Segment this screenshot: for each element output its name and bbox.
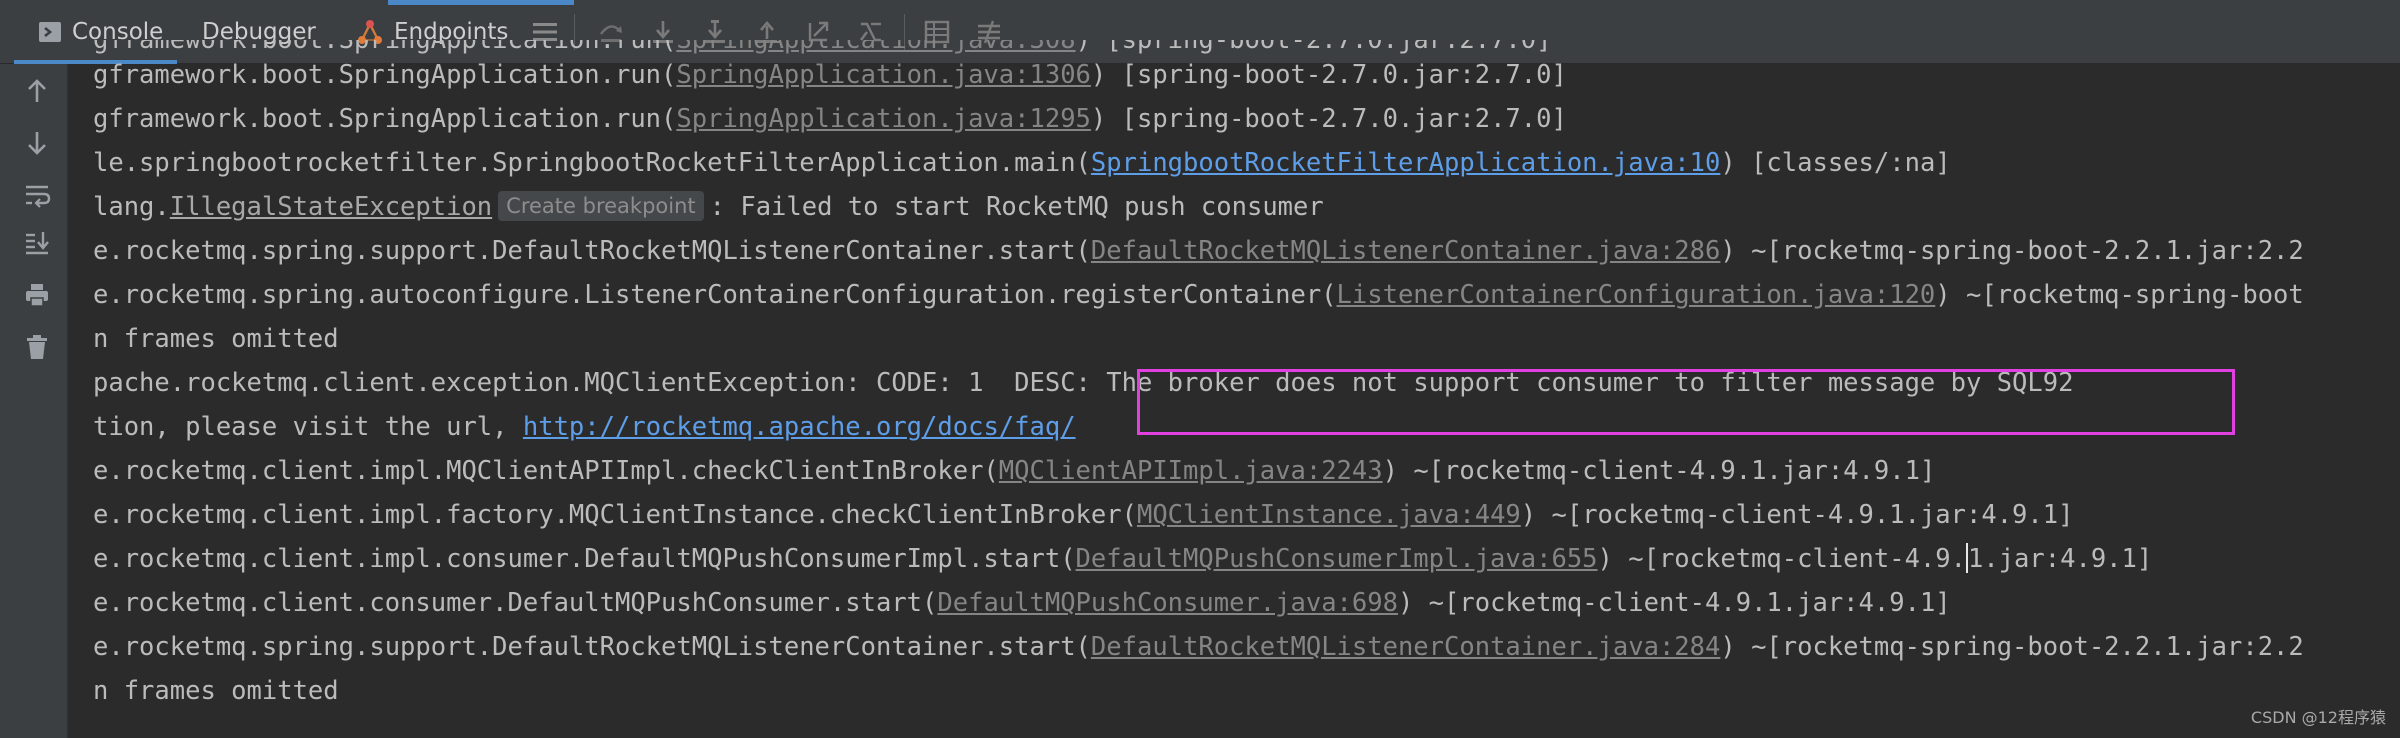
stack-link[interactable]: MQClientAPIImpl.java:2243 xyxy=(999,456,1383,486)
annotation-highlight-box xyxy=(1137,369,2235,435)
stack-link[interactable]: DefaultMQPushConsumer.java:698 xyxy=(937,588,1398,618)
console-line: tion, please visit the url, http://rocke… xyxy=(93,405,1076,449)
line-text: lang. xyxy=(93,192,170,222)
line-tail: ) [classes/:na] xyxy=(1720,148,1951,178)
console-line: lang.IllegalStateException Create breakpo… xyxy=(93,185,1324,229)
line-text: pache.rocketmq.client.exception.MQClient… xyxy=(93,368,1107,398)
soft-wrap-icon[interactable] xyxy=(22,180,52,210)
line-text: tion, please visit the url, xyxy=(93,412,523,442)
line-tail: ) ~[rocketmq-spring-boot-2.2.1.jar:2.2 xyxy=(1720,632,2304,662)
line-tail-before-caret: ) ~[rocketmq-client-4.9. xyxy=(1597,544,1966,574)
line-text: gframework.boot.SpringApplication.run( xyxy=(93,104,677,134)
console-icon xyxy=(39,22,61,42)
create-breakpoint-hint[interactable]: Create breakpoint xyxy=(498,191,704,221)
line-text: e.rocketmq.client.impl.consumer.DefaultM… xyxy=(93,544,1076,574)
console-line: e.rocketmq.client.impl.factory.MQClientI… xyxy=(93,493,2073,537)
stack-link[interactable]: DefaultRocketMQListenerContainer.java:28… xyxy=(1091,632,1720,662)
line-tail: ) ~[rocketmq-client-4.9.1.jar:4.9.1] xyxy=(1382,456,1936,486)
line-text: gframework.boot.SpringApplication.run( xyxy=(93,60,677,90)
line-text: e.rocketmq.spring.autoconfigure.Listener… xyxy=(93,280,1337,310)
line-tail: ) [spring-boot-2.7.0.jar:2.7.0] xyxy=(1090,104,1567,134)
stack-link[interactable]: DefaultMQPushConsumerImpl.java:655 xyxy=(1076,544,1598,574)
line-text: e.rocketmq.spring.support.DefaultRocketM… xyxy=(93,236,1091,266)
console-line: e.rocketmq.spring.support.DefaultRocketM… xyxy=(93,229,2304,273)
console-line: le.springbootrocketfilter.SpringbootRock… xyxy=(93,141,1951,185)
console-line: gframework.boot.SpringApplication.run(Sp… xyxy=(93,53,1567,97)
line-text: e.rocketmq.spring.support.DefaultRocketM… xyxy=(93,632,1091,662)
console-line: n frames omitted xyxy=(93,317,339,361)
line-text: e.rocketmq.client.impl.MQClientAPIImpl.c… xyxy=(93,456,999,486)
line-text: n frames omitted xyxy=(93,324,339,354)
console-line: e.rocketmq.client.impl.MQClientAPIImpl.c… xyxy=(93,449,1935,493)
line-tail: ) ~[rocketmq-spring-boot xyxy=(1935,280,2304,310)
line-tail: : Failed to start RocketMQ push consumer xyxy=(709,192,1324,222)
exception-class-link[interactable]: IllegalStateException xyxy=(170,192,492,222)
line-tail: ) ~[rocketmq-client-4.9.1.jar:4.9.1] xyxy=(1520,500,2074,530)
stack-link[interactable]: SpringbootRocketFilterApplication.java:1… xyxy=(1091,148,1720,178)
stack-link[interactable]: ListenerContainerConfiguration.java:120 xyxy=(1337,280,1936,310)
stack-link[interactable]: MQClientInstance.java:449 xyxy=(1137,500,1521,530)
console-line: e.rocketmq.client.consumer.DefaultMQPush… xyxy=(93,581,1951,625)
watermark: CSDN @12程序猿 xyxy=(2250,708,2386,727)
console-line: n frames omitted xyxy=(93,669,339,713)
stack-link[interactable]: DefaultRocketMQListenerContainer.java:28… xyxy=(1091,236,1720,266)
console-line: e.rocketmq.spring.autoconfigure.Listener… xyxy=(93,273,2304,317)
line-tail: ) ~[rocketmq-client-4.9.1.jar:4.9.1] xyxy=(1397,588,1951,618)
stack-link[interactable]: SpringApplication.java:1295 xyxy=(676,104,1091,134)
print-icon[interactable] xyxy=(22,280,52,310)
line-text: n frames omitted xyxy=(93,676,339,706)
line-tail-after-caret: 1.jar:4.9.1] xyxy=(1968,544,2153,574)
arrow-up-icon[interactable] xyxy=(22,76,52,106)
line-text: e.rocketmq.client.consumer.DefaultMQPush… xyxy=(93,588,938,618)
faq-url-link[interactable]: http://rocketmq.apache.org/docs/faq/ xyxy=(523,412,1076,442)
line-text: le.springbootrocketfilter.SpringbootRock… xyxy=(93,148,1091,178)
console-line: gframework.boot.SpringApplication.run(Sp… xyxy=(93,97,1567,141)
line-tail: ) ~[rocketmq-spring-boot-2.2.1.jar:2.2 xyxy=(1720,236,2304,266)
trash-icon[interactable] xyxy=(22,332,52,362)
console-gutter-toolbar xyxy=(0,64,68,738)
arrow-down-icon[interactable] xyxy=(22,128,52,158)
line-text: e.rocketmq.client.impl.factory.MQClientI… xyxy=(93,500,1137,530)
line-tail: ) [spring-boot-2.7.0.jar:2.7.0] xyxy=(1090,60,1567,90)
stack-link[interactable]: SpringApplication.java:1306 xyxy=(676,60,1091,90)
console-line: e.rocketmq.spring.support.DefaultRocketM… xyxy=(93,625,2304,669)
console-line: e.rocketmq.client.impl.consumer.DefaultM… xyxy=(93,537,2152,581)
scroll-to-end-icon[interactable] xyxy=(22,228,52,258)
